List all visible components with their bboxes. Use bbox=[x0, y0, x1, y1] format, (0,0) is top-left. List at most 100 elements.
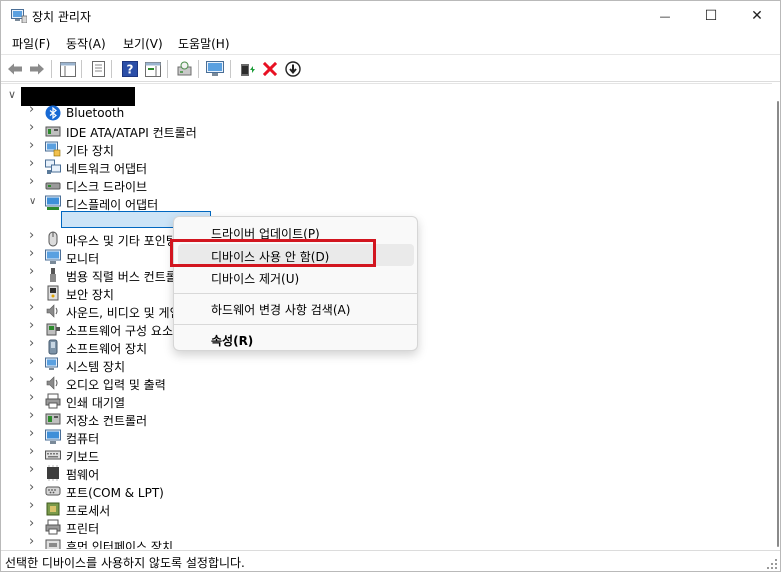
chevron-right-icon[interactable]: › bbox=[29, 337, 39, 350]
tree-category-row[interactable]: › 저장소 컨트롤러 bbox=[1, 409, 761, 428]
chevron-right-icon[interactable]: › bbox=[29, 319, 39, 332]
monitor-button[interactable] bbox=[205, 59, 225, 79]
tree-category-row[interactable]: › 디스크 드라이브 bbox=[1, 175, 761, 194]
chevron-right-icon[interactable]: › bbox=[29, 391, 39, 404]
forward-button[interactable] bbox=[27, 59, 47, 79]
tree-item-label: 소프트웨어 장치 bbox=[66, 342, 148, 356]
tree-category-row[interactable]: › 키보드 bbox=[1, 445, 761, 464]
tree-item-label: 기타 장치 bbox=[66, 144, 114, 158]
scan-hardware-button[interactable] bbox=[174, 59, 194, 79]
audio-io-icon bbox=[46, 376, 58, 390]
show-hide-console-tree-button[interactable] bbox=[58, 59, 78, 79]
help-button[interactable]: ? bbox=[120, 59, 140, 79]
chevron-right-icon[interactable]: › bbox=[29, 373, 39, 386]
chevron-right-icon[interactable]: › bbox=[29, 283, 39, 296]
chevron-right-icon[interactable]: › bbox=[29, 535, 39, 548]
menu-view[interactable]: 보기(V) bbox=[123, 35, 163, 52]
back-button[interactable] bbox=[5, 59, 25, 79]
vertical-scrollbar[interactable] bbox=[777, 101, 779, 547]
chevron-right-icon[interactable]: › bbox=[29, 355, 39, 368]
forward-icon bbox=[30, 63, 44, 75]
chevron-down-icon: ∨ bbox=[8, 88, 17, 101]
tree-category-row[interactable]: › 인쇄 대기열 bbox=[1, 391, 761, 410]
toolbar-separator bbox=[198, 60, 199, 78]
disable-device-button[interactable] bbox=[283, 59, 303, 79]
resize-grip-icon[interactable] bbox=[767, 559, 777, 569]
tree-item-label: 저장소 컨트롤러 bbox=[66, 414, 148, 428]
minimize-button[interactable]: — bbox=[642, 1, 688, 31]
toolbar-separator bbox=[167, 60, 168, 78]
update-driver-icon bbox=[241, 64, 255, 76]
menu-item-label: 속성(R) bbox=[211, 334, 254, 348]
chevron-right-icon[interactable]: › bbox=[29, 103, 39, 116]
chevron-right-icon[interactable]: › bbox=[29, 409, 39, 422]
toolbar-separator bbox=[230, 60, 231, 78]
printer-icon bbox=[45, 519, 61, 535]
properties-button[interactable] bbox=[88, 59, 108, 79]
chevron-right-icon[interactable]: › bbox=[29, 427, 39, 440]
tree-item-label: 소프트웨어 구성 요소 bbox=[66, 324, 173, 338]
menu-separator bbox=[174, 293, 417, 294]
tree-category-row[interactable]: › 펌웨어 bbox=[1, 463, 761, 482]
network-adapter-icon bbox=[45, 159, 61, 174]
maximize-button[interactable]: ☐ bbox=[688, 1, 734, 31]
menu-item-uninstall-device[interactable]: 디바이스 제거(U) bbox=[178, 266, 414, 288]
chevron-right-icon[interactable]: › bbox=[29, 517, 39, 530]
menu-item-properties[interactable]: 속성(R) bbox=[178, 328, 414, 350]
tree-category-row[interactable]: › 시스템 장치 bbox=[1, 355, 761, 374]
chevron-right-icon[interactable]: › bbox=[29, 265, 39, 278]
monitor-icon bbox=[206, 61, 224, 76]
disk-drive-icon bbox=[45, 182, 61, 190]
uninstall-icon bbox=[263, 62, 277, 76]
tree-item-label: 모니터 bbox=[66, 252, 100, 266]
close-button[interactable]: ✕ bbox=[734, 1, 780, 31]
scan-hardware-icon bbox=[177, 61, 191, 76]
menu-action[interactable]: 동작(A) bbox=[66, 35, 106, 52]
status-text: 선택한 디바이스를 사용하지 않도록 설정합니다. bbox=[5, 556, 245, 570]
tree-category-row[interactable]: › 포트(COM & LPT) bbox=[1, 481, 761, 500]
processor-icon bbox=[46, 502, 60, 516]
firmware-icon bbox=[47, 465, 59, 481]
tree-item-label: 휴먼 인터페이스 장치 bbox=[66, 540, 173, 549]
chevron-right-icon[interactable]: › bbox=[29, 247, 39, 260]
security-device-icon bbox=[47, 285, 59, 301]
menu-file[interactable]: 파일(F) bbox=[12, 35, 50, 52]
tree-category-row[interactable]: › IDE ATA/ATAPI 컨트롤러 bbox=[1, 121, 761, 140]
tree-root-row[interactable]: ∨ bbox=[1, 84, 761, 106]
tree-item-label: 범용 직렬 버스 컨트롤러 bbox=[66, 270, 188, 284]
title-bar: 장치 관리자 — ☐ ✕ bbox=[1, 1, 780, 32]
chevron-right-icon[interactable]: › bbox=[29, 139, 39, 152]
tree-category-row[interactable]: › 오디오 입력 및 출력 bbox=[1, 373, 761, 392]
chevron-down-icon[interactable]: ∨ bbox=[29, 197, 39, 207]
tree-category-row[interactable]: › 휴먼 인터페이스 장치 bbox=[1, 535, 761, 549]
chevron-right-icon[interactable]: › bbox=[29, 157, 39, 170]
bluetooth-icon bbox=[45, 105, 61, 121]
tree-category-row[interactable]: › 네트워크 어댑터 bbox=[1, 157, 761, 176]
tree-category-row[interactable]: › 프린터 bbox=[1, 517, 761, 536]
other-device-icon bbox=[45, 141, 61, 157]
tree-category-row[interactable]: › 기타 장치 bbox=[1, 139, 761, 158]
display-adapter-icon bbox=[45, 195, 61, 210]
chevron-right-icon[interactable]: › bbox=[29, 445, 39, 458]
sound-icon bbox=[46, 304, 58, 318]
tree-category-row[interactable]: › Bluetooth bbox=[1, 103, 761, 122]
uninstall-button[interactable] bbox=[260, 59, 280, 79]
device-manager-window: 장치 관리자 — ☐ ✕ 파일(F) 동작(A) 보기(V) 도움말(H) ? … bbox=[0, 0, 781, 572]
chevron-right-icon[interactable]: › bbox=[29, 121, 39, 134]
tree-category-row[interactable]: › 컴퓨터 bbox=[1, 427, 761, 446]
menu-item-label: 하드웨어 변경 사항 검색(A) bbox=[211, 303, 351, 317]
chevron-right-icon[interactable]: › bbox=[29, 301, 39, 314]
tree-category-row[interactable]: ∨ 디스플레이 어댑터 bbox=[1, 194, 761, 212]
menu-help[interactable]: 도움말(H) bbox=[178, 35, 230, 52]
tree-category-row[interactable]: › 프로세서 bbox=[1, 499, 761, 518]
chevron-right-icon[interactable]: › bbox=[29, 481, 39, 494]
action-pane-button[interactable] bbox=[143, 59, 163, 79]
chevron-right-icon[interactable]: › bbox=[29, 229, 39, 242]
chevron-right-icon[interactable]: › bbox=[29, 175, 39, 188]
update-driver-button[interactable] bbox=[237, 59, 257, 79]
menu-item-scan-hardware[interactable]: 하드웨어 변경 사항 검색(A) bbox=[178, 297, 414, 319]
software-component-icon bbox=[46, 323, 60, 336]
chevron-right-icon[interactable]: › bbox=[29, 463, 39, 476]
toolbar: ? bbox=[1, 54, 780, 82]
chevron-right-icon[interactable]: › bbox=[29, 499, 39, 512]
